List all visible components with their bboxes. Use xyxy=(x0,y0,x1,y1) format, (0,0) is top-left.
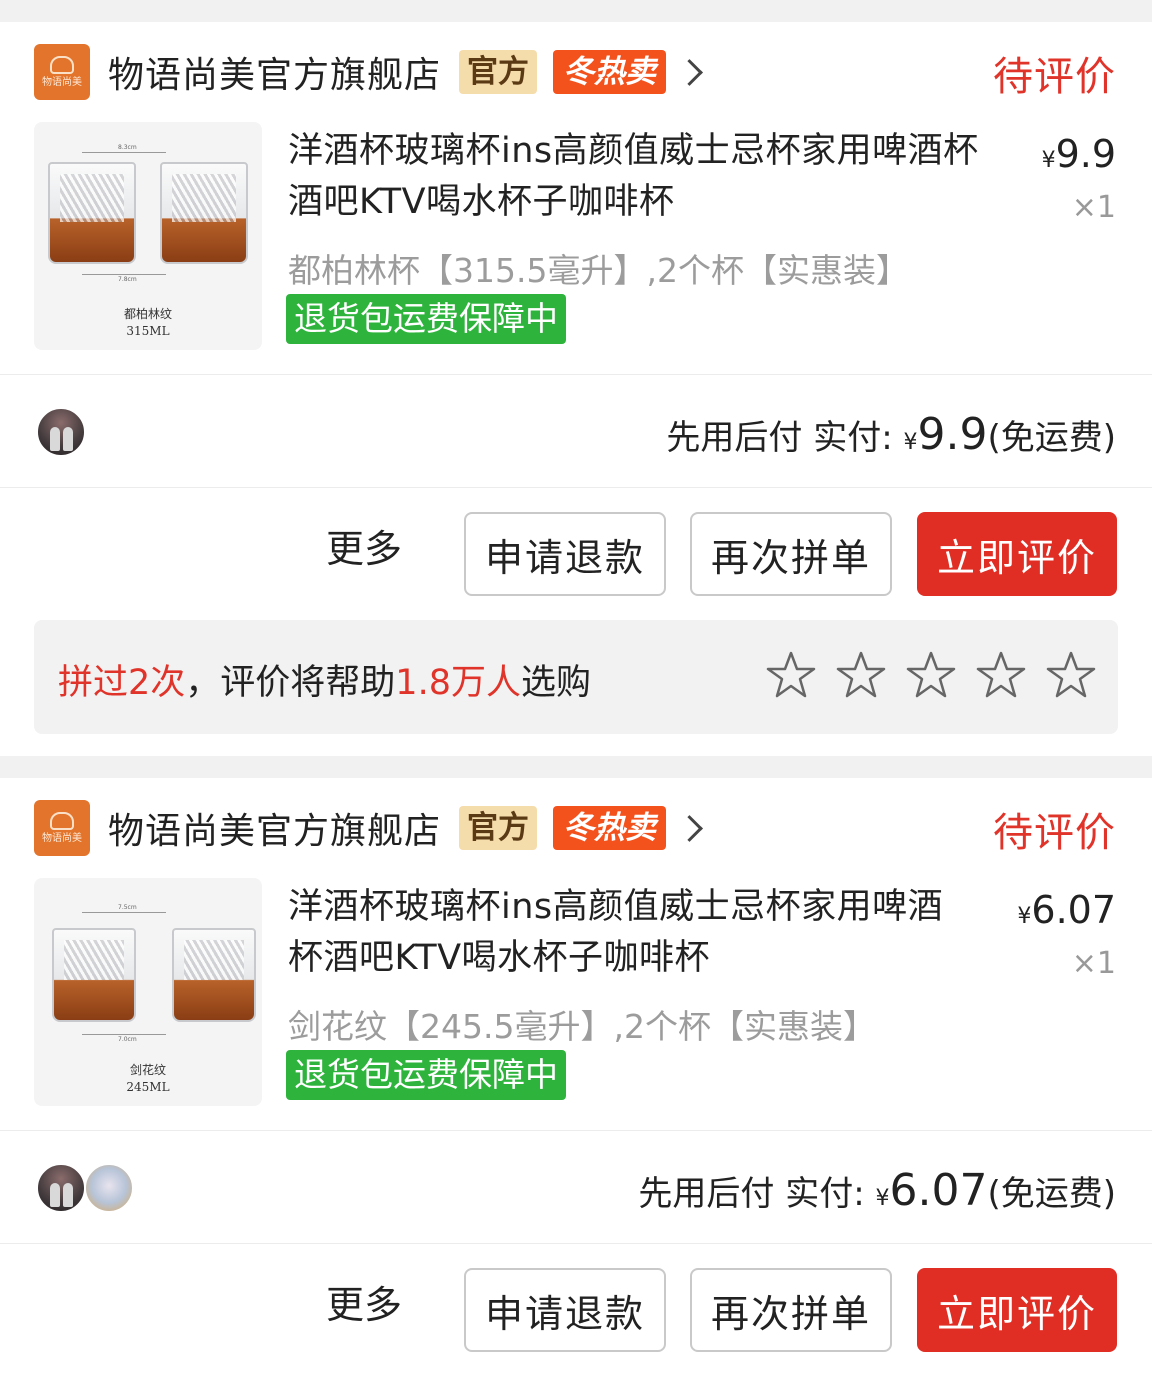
official-badge: 官方 xyxy=(459,806,538,850)
price-value: 9.9 xyxy=(1055,132,1116,176)
image-caption-volume: 315ML xyxy=(126,324,170,338)
image-caption-name: 剑花纹 xyxy=(129,1063,166,1077)
order-status: 待评价 xyxy=(993,810,1116,856)
product-image[interactable]: 7.5cm 7.0cm 剑花纹 245ML xyxy=(34,878,262,1106)
product-spec: 剑花纹【245.5毫升】,2个杯【实惠装】 xyxy=(288,1007,876,1046)
hot-sale-badge: 冬热卖 xyxy=(553,806,667,850)
star-outline-icon[interactable] xyxy=(976,650,1026,700)
hot-sale-badge: 冬热卖 xyxy=(553,50,667,94)
official-badge: 官方 xyxy=(459,50,538,94)
action-bar: 更多 申请退款 再次拼单 立即评价 xyxy=(0,1244,1152,1376)
currency-symbol: ¥ xyxy=(1041,148,1056,173)
product-item[interactable]: 7.5cm 7.0cm 剑花纹 245ML 洋酒杯玻璃杯ins高颜值威士忌杯家用… xyxy=(0,878,1152,1130)
avatar xyxy=(36,1163,86,1213)
store-name[interactable]: 物语尚美官方旗舰店 xyxy=(108,46,441,98)
avatar xyxy=(84,1163,134,1213)
store-logo-text: 物语尚美 xyxy=(42,833,82,844)
payment-label: 先用后付 实付: xyxy=(666,418,893,458)
payment-summary: 先用后付 实付: ¥9.9(免运费) xyxy=(666,409,1116,460)
product-quantity: ×1 xyxy=(1071,946,1116,981)
payment-row: 先用后付 实付: ¥6.07(免运费) xyxy=(0,1131,1152,1243)
payment-row: 先用后付 实付: ¥9.9(免运费) xyxy=(0,375,1152,487)
review-now-button[interactable]: 立即评价 xyxy=(917,512,1117,596)
chevron-right-icon[interactable] xyxy=(676,58,703,86)
store-header[interactable]: 物语尚美 物语尚美官方旗舰店 官方 冬热卖 待评价 xyxy=(0,22,1152,122)
star-outline-icon[interactable] xyxy=(906,650,956,700)
product-title[interactable]: 洋酒杯玻璃杯ins高颜值威士忌杯家用啤酒杯酒吧KTV喝水杯子咖啡杯 xyxy=(288,126,1008,228)
request-refund-button[interactable]: 申请退款 xyxy=(464,512,666,596)
top-spacer xyxy=(0,0,1152,22)
image-caption-name: 都柏林纹 xyxy=(123,307,172,321)
star-rating xyxy=(766,650,1096,700)
shipping-note: (免运费) xyxy=(987,1174,1116,1214)
currency-symbol: ¥ xyxy=(903,430,918,455)
paid-amount: 6.07 xyxy=(889,1165,988,1216)
request-refund-button[interactable]: 申请退款 xyxy=(464,1268,666,1352)
review-prompt-middle: ，评价将帮助 xyxy=(185,663,396,703)
payment-summary: 先用后付 实付: ¥6.07(免运费) xyxy=(638,1165,1116,1216)
group-count: 拼过2次 xyxy=(58,663,186,703)
product-item[interactable]: 8.3cm 7.8cm 都柏林纹 315ML 洋酒杯玻璃杯ins高颜值威士忌杯家… xyxy=(0,122,1152,374)
store-logo-text: 物语尚美 xyxy=(42,77,82,88)
order-status: 待评价 xyxy=(993,54,1116,100)
price-column: ¥6.07 ×1 xyxy=(1017,888,1116,981)
price-column: ¥9.9 ×1 xyxy=(1042,132,1116,225)
review-prompt-text: 拼过2次，评价将帮助1.8万人选购 xyxy=(58,654,591,705)
product-spec: 都柏林杯【315.5毫升】,2个杯【实惠装】 xyxy=(288,251,909,290)
currency-symbol: ¥ xyxy=(875,1186,890,1211)
review-prompt-end: 选购 xyxy=(520,663,591,703)
currency-symbol: ¥ xyxy=(1017,904,1032,929)
chevron-right-icon[interactable] xyxy=(676,814,703,842)
card-separator xyxy=(0,756,1152,778)
reorder-button[interactable]: 再次拼单 xyxy=(690,512,892,596)
store-logo-icon: 物语尚美 xyxy=(34,44,90,100)
payment-label: 先用后付 实付: xyxy=(638,1174,865,1214)
paid-amount: 9.9 xyxy=(917,409,988,460)
image-caption-volume: 245ML xyxy=(126,1080,170,1094)
star-outline-icon[interactable] xyxy=(1046,650,1096,700)
product-quantity: ×1 xyxy=(1071,190,1116,225)
store-logo-icon: 物语尚美 xyxy=(34,800,90,856)
action-bar: 更多 申请退款 再次拼单 立即评价 xyxy=(0,488,1152,620)
product-price: ¥9.9 xyxy=(1042,132,1116,176)
more-button[interactable]: 更多 xyxy=(326,518,402,573)
star-outline-icon[interactable] xyxy=(836,650,886,700)
return-shipping-guarantee-badge: 退货包运费保障中 xyxy=(286,294,566,344)
price-value: 6.07 xyxy=(1031,888,1116,932)
reorder-button[interactable]: 再次拼单 xyxy=(690,1268,892,1352)
review-prompt: 拼过2次，评价将帮助1.8万人选购 xyxy=(34,620,1118,734)
avatar xyxy=(36,407,86,457)
helped-count: 1.8万人 xyxy=(395,663,521,703)
review-now-button[interactable]: 立即评价 xyxy=(917,1268,1117,1352)
store-header[interactable]: 物语尚美 物语尚美官方旗舰店 官方 冬热卖 待评价 xyxy=(0,778,1152,878)
order-card: 物语尚美 物语尚美官方旗舰店 官方 冬热卖 待评价 8.3cm 7.8cm 都柏… xyxy=(0,22,1152,756)
more-button[interactable]: 更多 xyxy=(326,1274,402,1329)
store-name[interactable]: 物语尚美官方旗舰店 xyxy=(108,802,441,854)
product-image[interactable]: 8.3cm 7.8cm 都柏林纹 315ML xyxy=(34,122,262,350)
order-card: 物语尚美 物语尚美官方旗舰店 官方 冬热卖 待评价 7.5cm 7.0cm 剑花… xyxy=(0,778,1152,1376)
star-outline-icon[interactable] xyxy=(766,650,816,700)
product-title[interactable]: 洋酒杯玻璃杯ins高颜值威士忌杯家用啤酒杯酒吧KTV喝水杯子咖啡杯 xyxy=(288,882,978,984)
return-shipping-guarantee-badge: 退货包运费保障中 xyxy=(286,1050,566,1100)
product-price: ¥6.07 xyxy=(1017,888,1116,932)
shipping-note: (免运费) xyxy=(987,418,1116,458)
